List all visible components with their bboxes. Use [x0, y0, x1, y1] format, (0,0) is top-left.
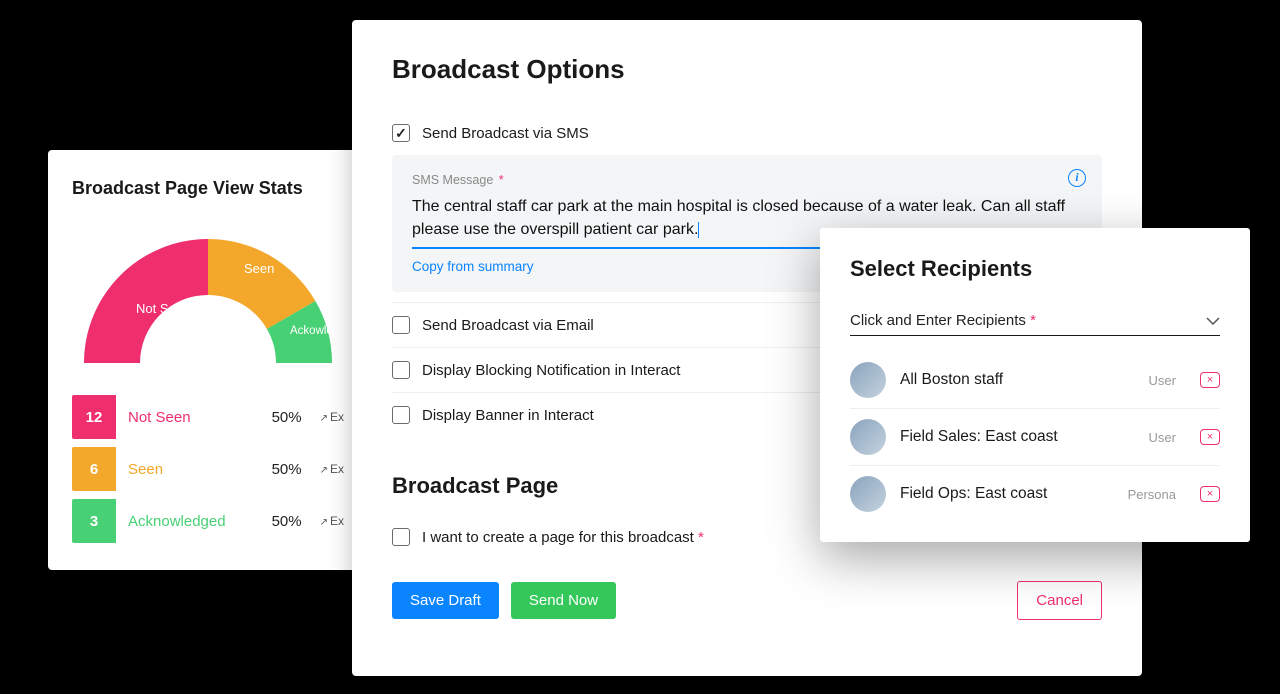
info-icon[interactable]: i: [1068, 169, 1086, 187]
stat-count: 12: [72, 395, 116, 439]
recipient-item: Field Ops: East coast Persona ×: [850, 466, 1220, 522]
cancel-button[interactable]: Cancel: [1017, 581, 1102, 620]
sms-option-row: Send Broadcast via SMS: [392, 111, 1102, 155]
recipient-type: Persona: [1128, 487, 1176, 502]
stat-label: Acknowledged: [116, 513, 272, 530]
donut-svg: [72, 213, 344, 373]
external-icon: ↗: [320, 413, 328, 424]
stat-row-not-seen[interactable]: 12 Not Seen 50% ↗Ex: [72, 395, 344, 439]
sms-field-label: SMS Message *: [412, 173, 1082, 187]
remove-recipient-button[interactable]: ×: [1200, 429, 1220, 445]
create-page-checkbox[interactable]: [392, 528, 410, 546]
required-asterisk: *: [698, 529, 704, 546]
send-now-button[interactable]: Send Now: [511, 582, 616, 619]
remove-recipient-button[interactable]: ×: [1200, 372, 1220, 388]
stat-count: 6: [72, 447, 116, 491]
recipients-title: Select Recipients: [850, 256, 1220, 282]
create-page-label: I want to create a page for this broadca…: [422, 529, 704, 546]
action-buttons: Save Draft Send Now Cancel: [392, 581, 1102, 620]
recipient-name: Field Sales: East coast: [900, 428, 1135, 446]
banner-checkbox[interactable]: [392, 406, 410, 424]
required-asterisk: *: [1030, 312, 1036, 329]
email-checkbox[interactable]: [392, 316, 410, 334]
recipients-input-label: Click and Enter Recipients *: [850, 312, 1036, 329]
recipient-type: User: [1149, 430, 1176, 445]
donut-label-not-seen: Not Seen: [136, 301, 190, 316]
export-link[interactable]: ↗Ex: [312, 514, 344, 528]
stat-pct: 50%: [272, 409, 312, 426]
export-link[interactable]: ↗Ex: [312, 462, 344, 476]
banner-check-label: Display Banner in Interact: [422, 407, 594, 424]
avatar: [850, 476, 886, 512]
stats-panel: Broadcast Page View Stats Not Seen Seen …: [48, 150, 368, 570]
recipient-name: Field Ops: East coast: [900, 485, 1114, 503]
stats-title: Broadcast Page View Stats: [72, 178, 344, 199]
blocking-check-label: Display Blocking Notification in Interac…: [422, 362, 680, 379]
donut-label-ack: Ackowled: [290, 325, 339, 337]
recipient-name: All Boston staff: [900, 371, 1135, 389]
stat-label: Seen: [116, 461, 272, 478]
recipient-item: All Boston staff User ×: [850, 352, 1220, 409]
save-draft-button[interactable]: Save Draft: [392, 582, 499, 619]
stat-pct: 50%: [272, 461, 312, 478]
recipients-input[interactable]: Click and Enter Recipients *: [850, 306, 1220, 336]
blocking-checkbox[interactable]: [392, 361, 410, 379]
page-title: Broadcast Options: [392, 54, 1102, 85]
copy-from-summary-link[interactable]: Copy from summary: [412, 259, 534, 274]
stat-label: Not Seen: [116, 409, 272, 426]
donut-chart: Not Seen Seen Ackowled: [72, 213, 344, 373]
sms-check-label: Send Broadcast via SMS: [422, 125, 589, 142]
external-icon: ↗: [320, 517, 328, 528]
remove-recipient-button[interactable]: ×: [1200, 486, 1220, 502]
donut-label-seen: Seen: [244, 261, 274, 276]
email-check-label: Send Broadcast via Email: [422, 317, 594, 334]
stat-row-seen[interactable]: 6 Seen 50% ↗Ex: [72, 447, 344, 491]
external-icon: ↗: [320, 465, 328, 476]
export-link[interactable]: ↗Ex: [312, 410, 344, 424]
avatar: [850, 362, 886, 398]
avatar: [850, 419, 886, 455]
chevron-down-icon: [1206, 314, 1220, 328]
stat-count: 3: [72, 499, 116, 543]
stat-pct: 50%: [272, 513, 312, 530]
recipient-type: User: [1149, 373, 1176, 388]
recipient-item: Field Sales: East coast User ×: [850, 409, 1220, 466]
required-asterisk: *: [499, 173, 504, 187]
stat-row-acknowledged[interactable]: 3 Acknowledged 50% ↗Ex: [72, 499, 344, 543]
sms-checkbox[interactable]: [392, 124, 410, 142]
select-recipients-panel: Select Recipients Click and Enter Recipi…: [820, 228, 1250, 542]
